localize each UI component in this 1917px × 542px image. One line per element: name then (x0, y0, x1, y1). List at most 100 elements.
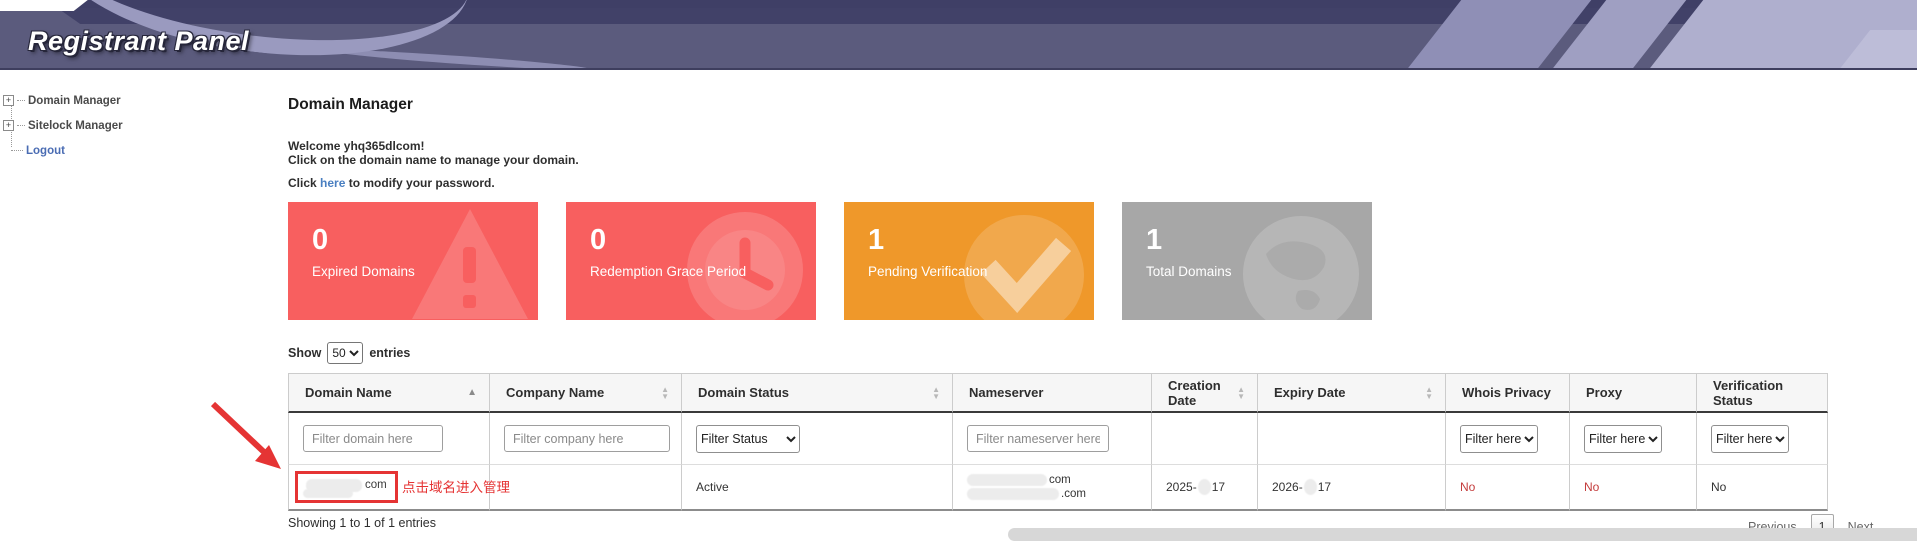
card-value: 0 (590, 224, 606, 257)
nameserver-line-1: com (967, 474, 1086, 486)
sidebar-item-label[interactable]: Sitelock Manager (28, 120, 123, 132)
column-header-expiry-date[interactable]: Expiry Date ▲▼ (1258, 373, 1446, 413)
stat-cards: 0 Expired Domains 0 Redemption Grace Per… (288, 202, 1372, 320)
card-label: Redemption Grace Period (590, 264, 746, 279)
card-total-domains: 1 Total Domains (1122, 202, 1372, 320)
column-header-domain-status[interactable]: Domain Status ▲▼ (682, 373, 953, 413)
nameserver-line-2: .com (967, 488, 1086, 500)
sort-down-icon: ▼ (661, 393, 669, 400)
company-filter-input[interactable] (504, 425, 670, 452)
filter-cell-nameserver (953, 413, 1152, 465)
tree-dots (17, 125, 25, 126)
sidebar-nav: + Domain Manager + Sitelock Manager Logo… (3, 88, 233, 163)
domain-status-value: Active (696, 480, 729, 494)
sidebar-item-sitelock-manager[interactable]: + Sitelock Manager (3, 113, 233, 138)
card-value: 1 (1146, 224, 1162, 257)
nameserver-filter-input[interactable] (967, 425, 1109, 452)
card-value: 0 (312, 224, 328, 257)
tree-dots (11, 150, 23, 151)
card-redemption-grace-period: 0 Redemption Grace Period (566, 202, 816, 320)
domain-visible-text[interactable]: com (365, 479, 387, 491)
sort-down-icon: ▼ (932, 393, 940, 400)
domain-name-link[interactable]: com (295, 471, 398, 503)
column-header-company-name[interactable]: Company Name ▲▼ (490, 373, 682, 413)
domains-table: Domain Name ▲ Company Name ▲▼ Domain Sta… (288, 373, 1828, 511)
redacted-ns-blob (967, 488, 1059, 500)
password-hint: Click here to modify your password. (288, 176, 495, 190)
redacted-date-blob (1198, 479, 1211, 495)
cell-verification-status: No (1697, 465, 1828, 511)
creation-date-prefix: 2025- (1166, 480, 1197, 494)
horizontal-scrollbar[interactable] (1008, 528, 1917, 541)
app-header: Registrant Panel (0, 0, 1917, 70)
proxy-value: No (1584, 480, 1599, 494)
app-title: Registrant Panel (28, 26, 249, 57)
cell-creation-date: 2025-17 (1152, 465, 1258, 511)
domain-filter-input[interactable] (303, 425, 443, 452)
sort-both-icon[interactable]: ▲▼ (661, 386, 669, 400)
sidebar-item-logout[interactable]: Logout (3, 138, 233, 163)
annotation-text: 点击域名进入管理 (402, 476, 510, 496)
modify-password-link[interactable]: here (320, 176, 345, 190)
column-label: Expiry Date (1274, 385, 1346, 400)
column-label: Domain Status (698, 385, 789, 400)
column-label: Creation Date (1168, 378, 1237, 408)
show-entries-prefix: Show (288, 346, 321, 360)
verification-status-value: No (1711, 480, 1726, 494)
filter-cell-status: Filter Status (682, 413, 953, 465)
sidebar-item-domain-manager[interactable]: + Domain Manager (3, 88, 233, 113)
page-length-select[interactable]: 50 (327, 342, 363, 364)
tree-expand-icon[interactable]: + (3, 95, 14, 106)
column-label: Verification Status (1713, 378, 1815, 408)
sort-down-icon: ▼ (1425, 393, 1433, 400)
card-value: 1 (868, 224, 884, 257)
column-header-proxy: Proxy (1570, 373, 1697, 413)
filter-cell-company (490, 413, 682, 465)
column-header-domain-name[interactable]: Domain Name ▲ (288, 373, 490, 413)
card-label: Expired Domains (312, 264, 415, 279)
sidebar-item-label[interactable]: Domain Manager (28, 95, 121, 107)
card-label: Pending Verification (868, 264, 987, 279)
logout-link[interactable]: Logout (26, 145, 65, 157)
column-label: Nameserver (969, 385, 1043, 400)
filter-cell-domain (288, 413, 490, 465)
whois-filter-select[interactable]: Filter here (1460, 425, 1538, 453)
card-pending-verification: 1 Pending Verification (844, 202, 1094, 320)
filter-cell-expiry-date (1258, 413, 1446, 465)
show-entries-suffix: entries (369, 346, 410, 360)
column-header-verification-status: Verification Status (1697, 373, 1828, 413)
table-info-text: Showing 1 to 1 of 1 entries (288, 516, 436, 530)
filter-cell-verification: Filter here (1697, 413, 1828, 465)
card-expired-domains: 0 Expired Domains (288, 202, 538, 320)
sort-both-icon[interactable]: ▲▼ (932, 386, 940, 400)
expiry-date-value: 2026- 17 (1272, 479, 1331, 495)
welcome-line1: Welcome yhq365dlcom! (288, 140, 579, 154)
nameserver-visible-text: .com (1061, 488, 1086, 500)
verification-filter-select[interactable]: Filter here (1711, 425, 1789, 453)
page-title: Domain Manager (288, 96, 413, 114)
creation-date-value: 2025-17 (1166, 479, 1225, 495)
column-label: Domain Name (305, 385, 392, 400)
password-hint-suffix: to modify your password. (345, 176, 494, 190)
expiry-date-suffix: 17 (1318, 480, 1331, 494)
redacted-date-blob (1304, 479, 1317, 495)
nameserver-values: com .com (967, 474, 1086, 500)
proxy-filter-select[interactable]: Filter here (1584, 425, 1662, 453)
cell-domain-status: Active (682, 465, 953, 511)
clock-icon (680, 205, 810, 320)
redacted-domain-blob-2 (303, 489, 353, 498)
sort-down-icon: ▼ (1237, 393, 1245, 400)
show-entries-control: Show 50 entries (288, 342, 410, 364)
sort-asc-icon[interactable]: ▲ (467, 387, 477, 398)
warning-icon (402, 207, 532, 320)
column-header-creation-date[interactable]: Creation Date ▲▼ (1152, 373, 1258, 413)
tree-dots (17, 100, 25, 101)
sort-both-icon[interactable]: ▲▼ (1425, 386, 1433, 400)
tree-expand-icon[interactable]: + (3, 120, 14, 131)
status-filter-select[interactable]: Filter Status (696, 425, 800, 453)
sort-both-icon[interactable]: ▲▼ (1237, 386, 1245, 400)
column-label: Company Name (506, 385, 604, 400)
filter-cell-creation-date (1152, 413, 1258, 465)
redacted-ns-blob (967, 474, 1047, 486)
expiry-date-prefix: 2026- (1272, 480, 1303, 494)
